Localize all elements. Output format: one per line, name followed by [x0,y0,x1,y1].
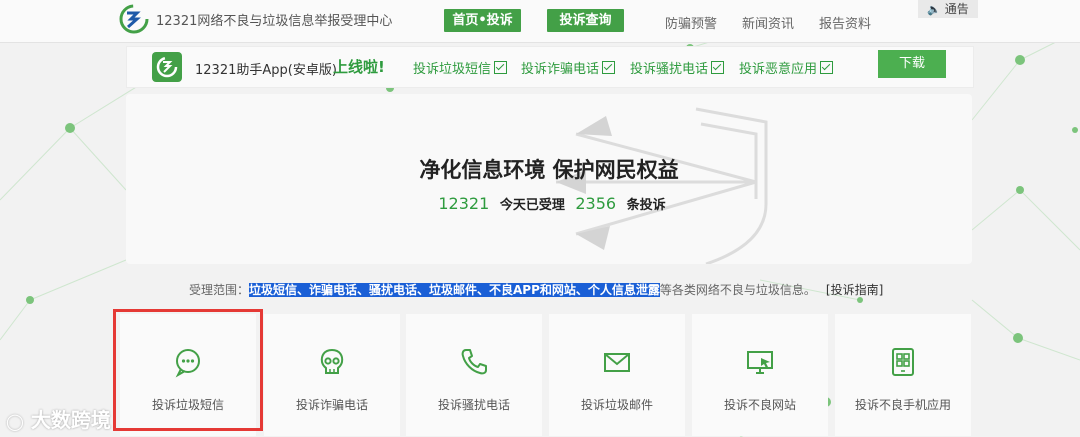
watermark-logo-icon: ◯ [6,412,24,431]
checkbox-checked-icon [602,61,616,74]
nav-home-complaint-button[interactable]: 首页•投诉 [444,9,521,32]
highlight-frame [113,309,263,431]
today-label: 今天已受理 [499,198,565,213]
hero-slogan: 净化信息环境 保护网民权益 [419,158,679,182]
scope-label: 受理范围： [189,283,250,297]
acceptance-scope: 受理范围：垃圾短信、诈骗电话、骚扰电话、垃圾邮件、不良APP和网站、个人信息泄露… [189,281,883,298]
app-promo-title: 12321助手App(安卓版) [195,63,337,78]
hotline-number: 12321 [438,194,490,213]
scope-rest-text: 等各类网络不良与垃圾信息。 [659,283,816,297]
skull-icon [320,348,344,374]
card-label: 投诉诈骗电话 [295,398,368,412]
card-complain-bad-website[interactable]: 投诉不良网站 [692,314,828,436]
feature-spam-sms: 投诉垃圾短信 [413,58,508,77]
app-logo-icon [152,52,182,82]
monitor-icon [747,351,773,374]
hero-panel: 净化信息环境 保护网民权益 12321 今天已受理 2356 条投诉 [126,94,972,264]
app-promo-banner: 12321助手App(安卓版) 上线啦! 投诉垃圾短信 投诉诈骗电话 投诉骚扰电… [126,46,974,88]
phone-icon [461,349,487,375]
notice-button[interactable]: 🔈 通告 [918,0,978,18]
checkbox-checked-icon [820,61,834,74]
app-promo-highlight: 上线啦! [333,58,385,76]
site-logo-icon[interactable] [118,3,150,35]
card-complain-fraud-call[interactable]: 投诉诈骗电话 [264,314,400,436]
envelope-icon [604,353,630,372]
watermark-text: 大数跨境 [30,408,111,432]
feature-malicious-app: 投诉恶意应用 [739,58,834,77]
count-suffix: 条投诉 [626,198,666,213]
checkbox-checked-icon [711,61,725,74]
nav-reports-link[interactable]: 报告资料 [819,13,871,32]
feature-harassment-call: 投诉骚扰电话 [630,58,725,77]
card-label: 投诉垃圾邮件 [580,398,653,412]
nav-complaint-query-button[interactable]: 投诉查询 [547,9,624,32]
card-label: 投诉不良手机应用 [854,398,951,412]
today-count: 2356 [575,194,617,213]
app-grid-icon [892,348,914,376]
nav-fraud-warning-link[interactable]: 防骗预警 [665,13,717,32]
watermark: ◯ 大数跨境 [6,404,111,433]
card-complain-spam-email[interactable]: 投诉垃圾邮件 [549,314,685,436]
site-title: 12321网络不良与垃圾信息举报受理中心 [156,14,393,29]
nav-news-link[interactable]: 新闻资讯 [742,13,794,32]
card-complain-bad-mobile-app[interactable]: 投诉不良手机应用 [835,314,971,436]
notice-label: 通告 [944,2,969,16]
checkbox-checked-icon [494,61,508,74]
hero-stats: 12321 今天已受理 2356 条投诉 [126,194,972,213]
scope-highlighted-text: 垃圾短信、诈骗电话、骚扰电话、垃圾邮件、不良APP和网站、个人信息泄露 [249,283,660,297]
card-complain-harassment-call[interactable]: 投诉骚扰电话 [406,314,542,436]
top-header: 12321网络不良与垃圾信息举报受理中心 首页•投诉 投诉查询 防骗预警 新闻资… [0,0,1080,43]
speaker-icon: 🔈 [927,3,941,16]
feature-fraud-call: 投诉诈骗电话 [521,58,616,77]
complaint-guide-link[interactable]: [投诉指南] [826,283,883,297]
card-label: 投诉骚扰电话 [437,398,510,412]
download-button[interactable]: 下载 [878,50,946,78]
card-label: 投诉不良网站 [723,398,796,412]
